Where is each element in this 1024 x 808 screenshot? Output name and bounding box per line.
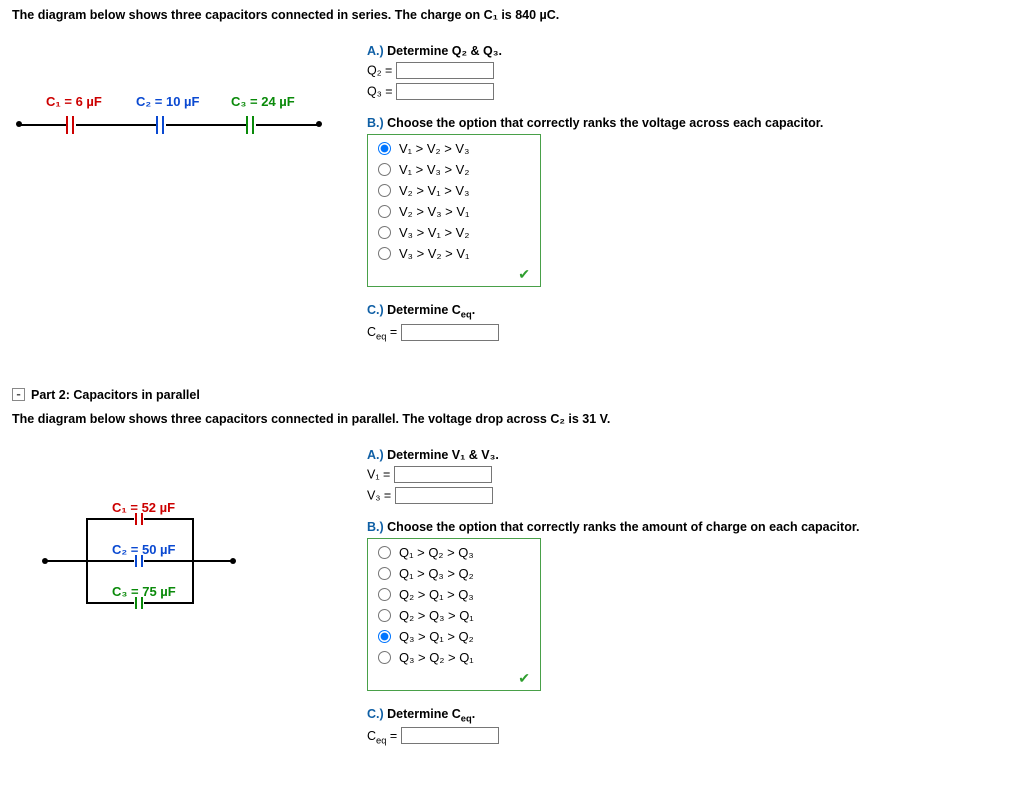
part2-intro: The diagram below shows three capacitors…	[12, 412, 1012, 426]
part2b-options: Q₁ > Q₂ > Q₃ Q₁ > Q₃ > Q₂ Q₂ > Q₁ > Q₃ Q…	[367, 538, 541, 691]
v1-label: V₁ =	[367, 467, 390, 481]
label-c3: C₃ = 75 µF	[112, 584, 176, 599]
radio-option[interactable]	[378, 184, 391, 197]
collapse-icon[interactable]: -	[12, 388, 25, 401]
ceq-label: Ceq =	[367, 729, 397, 743]
radio-option[interactable]	[378, 142, 391, 155]
q3-label: Q₃ =	[367, 85, 393, 99]
radio-option[interactable]	[378, 546, 391, 559]
label-c1: C₁ = 52 µF	[112, 500, 175, 515]
v3-label: V₃ =	[367, 488, 391, 502]
option-label: V₃ > V₁ > V₂	[399, 225, 469, 240]
v1-input[interactable]	[394, 466, 492, 483]
option-label: V₁ > V₂ > V₃	[399, 141, 469, 156]
option-label: V₂ > V₃ > V₁	[399, 204, 469, 219]
part2a-label: A.) Determine V₁ & V₃.	[367, 448, 1012, 462]
q2-input[interactable]	[396, 62, 494, 79]
capacitor-icon	[246, 116, 254, 134]
part1c-label: C.) Determine Ceq.	[367, 303, 1012, 320]
option-label: Q₁ > Q₃ > Q₂	[399, 566, 474, 581]
radio-option[interactable]	[378, 630, 391, 643]
option-label: Q₃ > Q₁ > Q₂	[399, 629, 474, 644]
option-label: V₂ > V₁ > V₃	[399, 183, 469, 198]
radio-option[interactable]	[378, 588, 391, 601]
label-c1: C₁ = 6 µF	[46, 94, 102, 109]
radio-option[interactable]	[378, 567, 391, 580]
option-label: Q₂ > Q₁ > Q₃	[399, 587, 474, 602]
part1-intro: The diagram below shows three capacitors…	[12, 8, 1012, 22]
radio-option[interactable]	[378, 226, 391, 239]
option-label: Q₁ > Q₂ > Q₃	[399, 545, 474, 560]
v3-input[interactable]	[395, 487, 493, 504]
radio-option[interactable]	[378, 163, 391, 176]
part1b-label: B.) Choose the option that correctly ran…	[367, 116, 1012, 130]
capacitor-icon	[66, 116, 74, 134]
check-icon: ✔	[374, 264, 534, 283]
part2-header[interactable]: - Part 2: Capacitors in parallel	[12, 388, 1012, 402]
ceq-label: Ceq =	[367, 325, 397, 339]
q3-input[interactable]	[396, 83, 494, 100]
option-label: Q₂ > Q₃ > Q₁	[399, 608, 474, 623]
label-c2: C₂ = 50 µF	[112, 542, 175, 557]
option-label: Q₃ > Q₂ > Q₁	[399, 650, 474, 665]
option-label: V₃ > V₂ > V₁	[399, 246, 469, 261]
part1a-label: A.) Determine Q₂ & Q₃.	[367, 44, 1012, 58]
radio-option[interactable]	[378, 651, 391, 664]
option-label: V₁ > V₃ > V₂	[399, 162, 469, 177]
ceq-input[interactable]	[401, 324, 499, 341]
label-c2: C₂ = 10 µF	[136, 94, 199, 109]
part2c-label: C.) Determine Ceq.	[367, 707, 1012, 724]
capacitor-icon	[156, 116, 164, 134]
part2b-label: B.) Choose the option that correctly ran…	[367, 520, 1012, 534]
part1b-options: V₁ > V₂ > V₃ V₁ > V₃ > V₂ V₂ > V₁ > V₃ V…	[367, 134, 541, 287]
radio-option[interactable]	[378, 205, 391, 218]
parallel-circuit-diagram: C₁ = 52 µF C₂ = 50 µF C₃ = 75 µF	[42, 498, 242, 618]
label-c3: C₃ = 24 µF	[231, 94, 295, 109]
ceq-input[interactable]	[401, 727, 499, 744]
check-icon: ✔	[374, 668, 534, 687]
radio-option[interactable]	[378, 247, 391, 260]
q2-label: Q₂ =	[367, 64, 392, 78]
radio-option[interactable]	[378, 609, 391, 622]
series-circuit-diagram: C₁ = 6 µF C₂ = 10 µF C₃ = 24 µF	[16, 94, 326, 144]
